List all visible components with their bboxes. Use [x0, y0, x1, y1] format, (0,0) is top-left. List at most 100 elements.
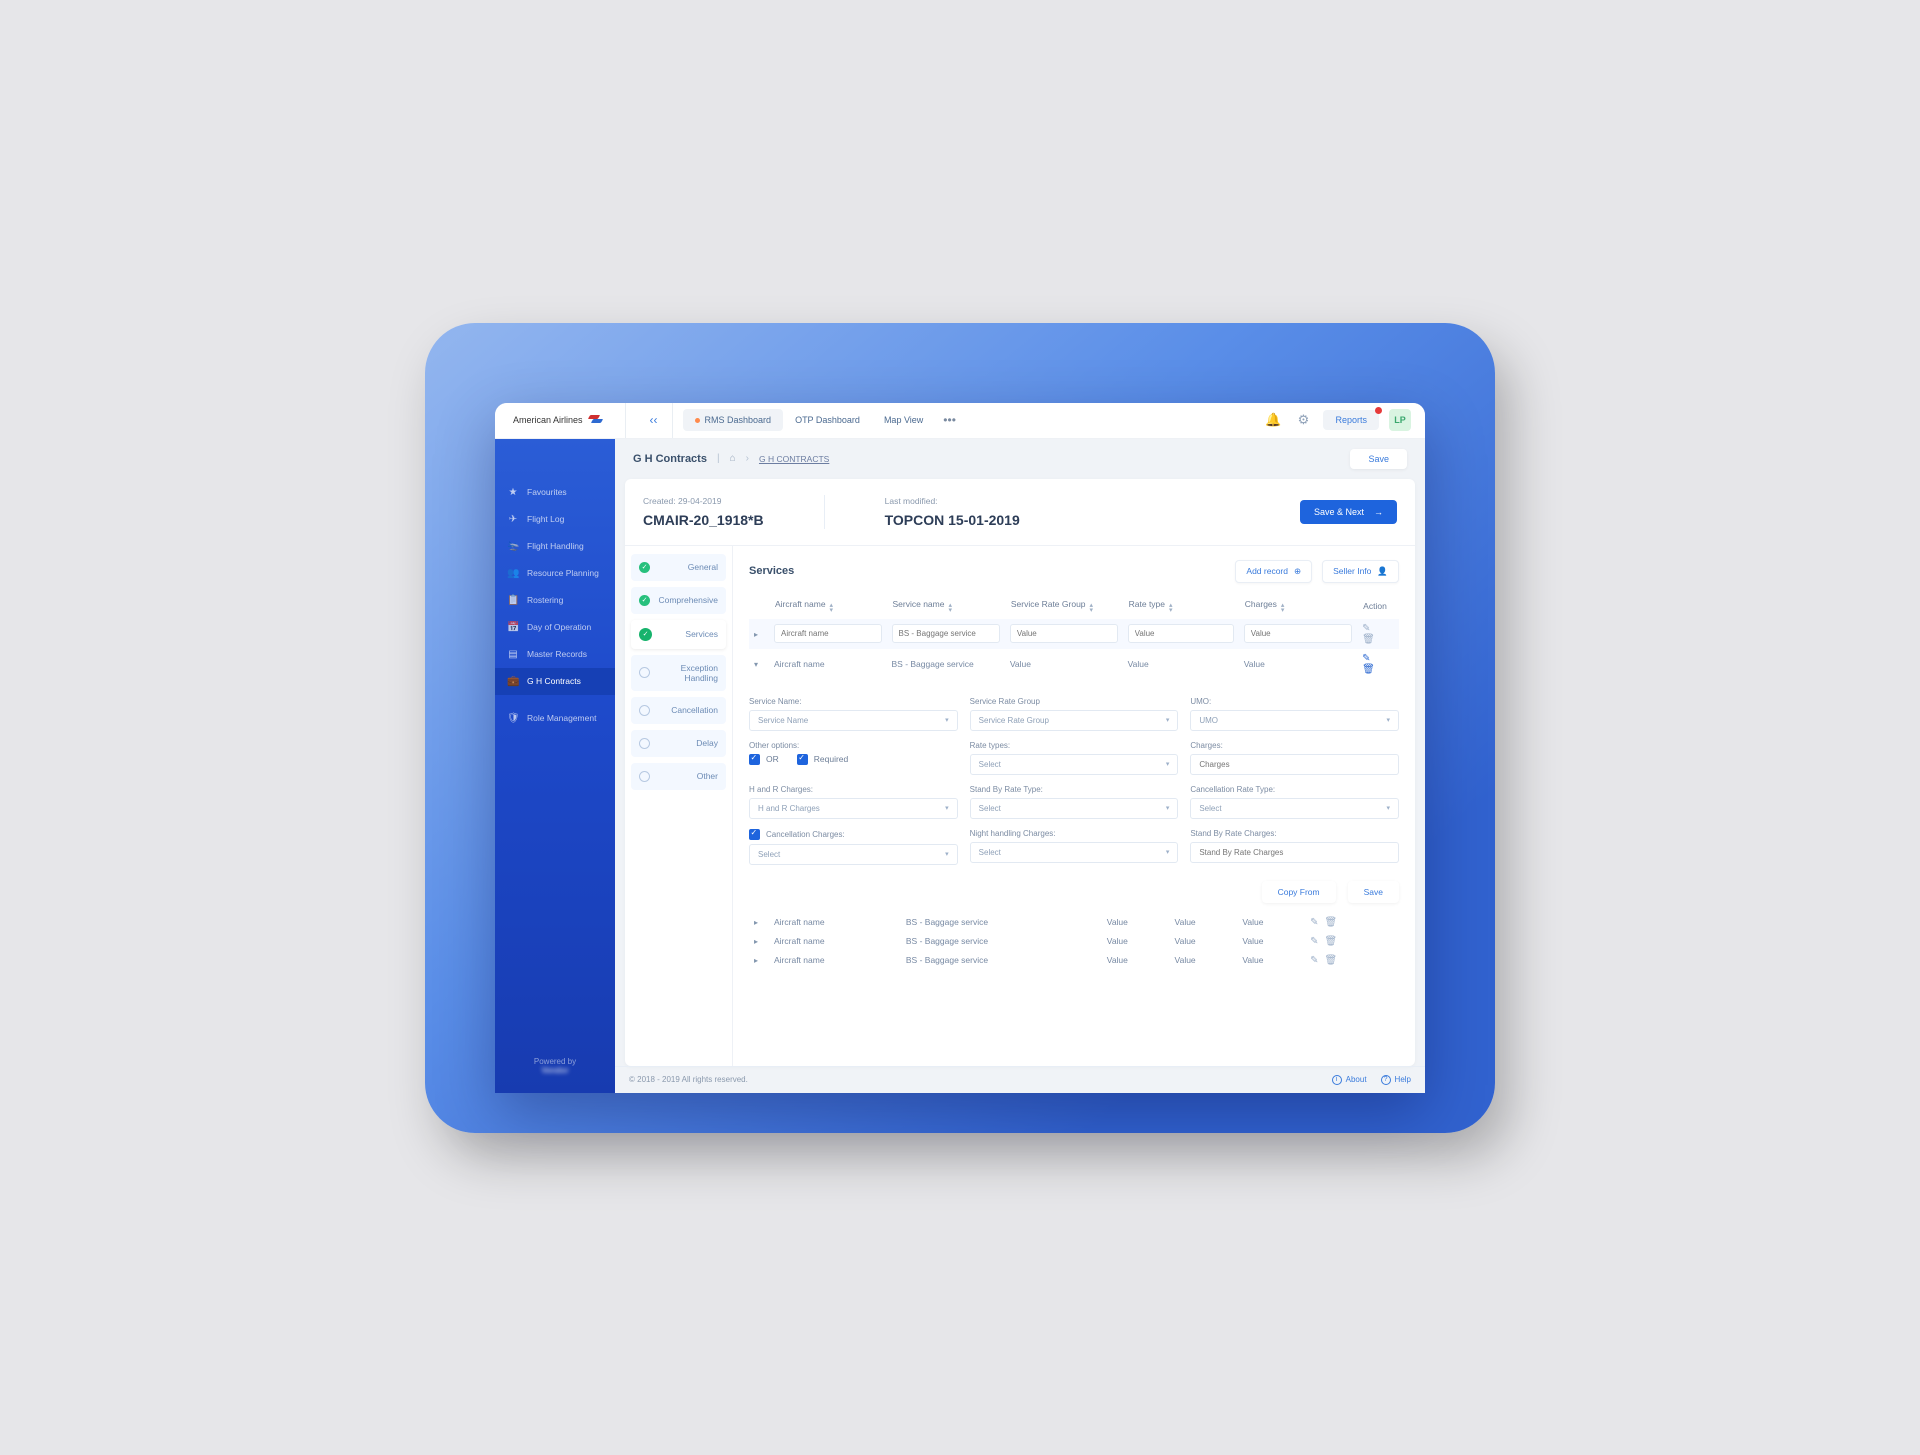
- step-cancellation[interactable]: Cancellation: [631, 697, 726, 724]
- help-link[interactable]: ?Help: [1381, 1075, 1411, 1085]
- user-avatar[interactable]: LP: [1389, 409, 1411, 431]
- sidebar-item-flight-log[interactable]: ✈Flight Log: [495, 506, 615, 533]
- step-label: Other: [658, 771, 718, 781]
- step-services[interactable]: ✓Services: [631, 620, 726, 649]
- sidebar-item-role-management[interactable]: 🛡Role Management: [495, 705, 615, 732]
- top-tabs: RMS Dashboard OTP Dashboard Map View •••: [683, 407, 964, 433]
- tab-map-view[interactable]: Map View: [872, 409, 935, 431]
- cancellation-charges-select[interactable]: Select▾: [749, 844, 958, 865]
- edit-icon[interactable]: ✎: [1310, 955, 1318, 966]
- col-charges[interactable]: Charges▴▾: [1239, 593, 1357, 619]
- cancellation-rate-type-select[interactable]: Select▾: [1190, 798, 1399, 819]
- settings-button[interactable]: ⚙: [1293, 412, 1313, 428]
- brand-logo-icon: [589, 414, 605, 426]
- edit-icon[interactable]: ✎: [1310, 917, 1318, 928]
- caret-right-icon[interactable]: ▸: [754, 937, 764, 946]
- sidebar-item-gh-contracts[interactable]: 💼G H Contracts: [495, 668, 615, 695]
- chevron-down-icon: ▾: [1386, 804, 1390, 812]
- caret-down-icon[interactable]: ▾: [754, 660, 764, 669]
- caret-right-icon[interactable]: ▸: [754, 630, 764, 639]
- tab-otp-dashboard[interactable]: OTP Dashboard: [783, 409, 872, 431]
- sidebar-item-master-records[interactable]: ▤Master Records: [495, 641, 615, 668]
- brand-name: American Airlines: [513, 415, 583, 425]
- save-form-button[interactable]: Save: [1348, 881, 1399, 903]
- charges-input[interactable]: [1244, 624, 1352, 643]
- sort-icon: ▴▾: [948, 603, 952, 613]
- services-panel: Services Add record⊕ Seller Info👤: [733, 546, 1415, 1066]
- home-icon[interactable]: ⌂: [730, 453, 736, 464]
- services-table: Aircraft name▴▾ Service name▴▾ Service R…: [749, 593, 1399, 679]
- user-card-icon: 👤: [1377, 566, 1388, 577]
- table-row-edit: ▸ ✎🗑: [749, 619, 1399, 649]
- or-checkbox[interactable]: OR: [749, 754, 779, 765]
- trash-icon[interactable]: 🗑: [1362, 664, 1375, 675]
- service-name-select[interactable]: Service Name▾: [749, 710, 958, 731]
- sidebar-item-flight-handling[interactable]: 🛬Flight Handling: [495, 533, 615, 560]
- umo-select[interactable]: UMO▾: [1190, 710, 1399, 731]
- standby-rate-charges-input[interactable]: [1190, 842, 1399, 863]
- copy-from-label: Copy From: [1278, 887, 1320, 897]
- cell-value: Value: [1237, 932, 1305, 951]
- save-button[interactable]: Save: [1350, 449, 1407, 469]
- cell-value: Value: [1123, 649, 1239, 679]
- aircraft-name-input[interactable]: [774, 624, 882, 643]
- service-rate-group-select[interactable]: Service Rate Group▾: [970, 710, 1179, 731]
- edit-icon[interactable]: ✎: [1310, 936, 1318, 947]
- edit-icon[interactable]: ✎: [1362, 623, 1370, 634]
- cell-value: Value: [1102, 951, 1170, 970]
- step-comprehensive[interactable]: ✓Comprehensive: [631, 587, 726, 614]
- service-name-input[interactable]: [892, 624, 1000, 643]
- sidebar-item-resource-planning[interactable]: 👥Resource Planning: [495, 560, 615, 587]
- reports-label: Reports: [1335, 415, 1367, 425]
- step-other[interactable]: Other: [631, 763, 726, 790]
- col-service-rate-group[interactable]: Service Rate Group▴▾: [1005, 593, 1123, 619]
- col-rate-type[interactable]: Rate type▴▾: [1123, 593, 1239, 619]
- powered-label: Powered by: [495, 1057, 615, 1066]
- cell-value: Value: [1239, 649, 1357, 679]
- sidebar-item-favourites[interactable]: ★Favourites: [495, 479, 615, 506]
- tab-label: Map View: [884, 415, 923, 425]
- caret-right-icon[interactable]: ▸: [754, 918, 764, 927]
- step-exception-handling[interactable]: Exception Handling: [631, 655, 726, 691]
- charges-label: Charges:: [1190, 741, 1399, 750]
- step-general[interactable]: ✓General: [631, 554, 726, 581]
- rate-types-select[interactable]: Select▾: [970, 754, 1179, 775]
- seller-info-label: Seller Info: [1333, 566, 1371, 576]
- service-detail-form: Service Name: Service Name▾ Service Rate…: [749, 693, 1399, 865]
- add-record-button[interactable]: Add record⊕: [1235, 560, 1312, 583]
- save-next-button[interactable]: Save & Next →: [1300, 500, 1397, 524]
- tabs-overflow-button[interactable]: •••: [935, 407, 964, 433]
- trash-icon[interactable]: 🗑: [1324, 917, 1337, 928]
- seller-info-button[interactable]: Seller Info 👤: [1322, 560, 1399, 583]
- trash-icon[interactable]: 🗑: [1324, 936, 1337, 947]
- hr-charges-select[interactable]: H and R Charges▾: [749, 798, 958, 819]
- night-handling-charges-select[interactable]: Select▾: [970, 842, 1179, 863]
- charges-input[interactable]: [1190, 754, 1399, 775]
- plane-icon: ✈: [507, 514, 519, 525]
- about-link[interactable]: iAbout: [1332, 1075, 1367, 1085]
- breadcrumb-link[interactable]: G H CONTRACTS: [759, 454, 829, 464]
- tab-rms-dashboard[interactable]: RMS Dashboard: [683, 409, 784, 431]
- col-aircraft-name[interactable]: Aircraft name▴▾: [769, 593, 887, 619]
- trash-icon[interactable]: 🗑: [1324, 955, 1337, 966]
- check-circle-icon: ✓: [639, 562, 650, 573]
- trash-icon[interactable]: 🗑: [1362, 634, 1375, 645]
- caret-right-icon[interactable]: ▸: [754, 956, 764, 965]
- table-row: ▸ Aircraft name BS - Baggage service Val…: [749, 951, 1399, 970]
- created-meta: Created: 29-04-2019 CMAIR-20_1918*B: [643, 496, 764, 528]
- sidebar-item-rostering[interactable]: 📋Rostering: [495, 587, 615, 614]
- rate-type-input[interactable]: [1128, 624, 1234, 643]
- col-service-name[interactable]: Service name▴▾: [887, 593, 1005, 619]
- step-delay[interactable]: Delay: [631, 730, 726, 757]
- standby-rate-type-select[interactable]: Select▾: [970, 798, 1179, 819]
- cancellation-charges-checkbox[interactable]: [749, 829, 760, 840]
- other-options-label: Other options:: [749, 741, 958, 750]
- edit-icon[interactable]: ✎: [1362, 653, 1370, 664]
- required-checkbox[interactable]: Required: [797, 754, 849, 765]
- copy-from-button[interactable]: Copy From: [1262, 881, 1336, 903]
- sidebar-collapse-button[interactable]: ‹‹: [636, 403, 673, 438]
- reports-button[interactable]: Reports: [1323, 410, 1379, 430]
- sidebar-item-day-of-operation[interactable]: 📅Day of Operation: [495, 614, 615, 641]
- service-rate-group-input[interactable]: [1010, 624, 1118, 643]
- notifications-button[interactable]: 🔔: [1263, 412, 1283, 428]
